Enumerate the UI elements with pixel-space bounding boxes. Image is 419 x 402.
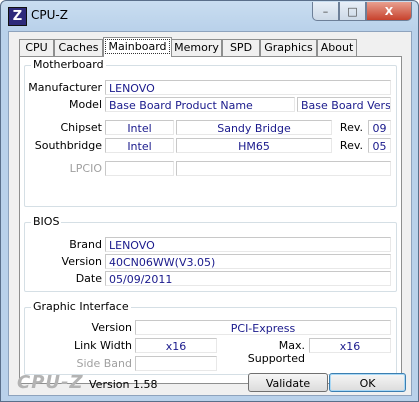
graphic-interface-group: Graphic Interface Version PCI-Express Li… (24, 300, 397, 375)
model-label: Model (68, 98, 102, 111)
chipset-label: Chipset (60, 121, 102, 134)
tab-caches[interactable]: Caches (54, 39, 103, 56)
tab-graphics[interactable]: Graphics (260, 39, 317, 56)
tab-spd[interactable]: SPD (222, 39, 260, 56)
lpcio-vendor-value (105, 161, 174, 176)
minimize-icon: – (322, 4, 329, 18)
gi-side-band-value (135, 356, 217, 371)
window-title: CPU-Z (31, 8, 68, 22)
graphic-interface-group-title: Graphic Interface (31, 300, 131, 313)
bios-group: BIOS Brand LENOVO Version 40CN06WW(V3.05… (24, 215, 397, 292)
bios-brand-label: Brand (69, 238, 102, 251)
gi-side-band-label: Side Band (76, 357, 132, 370)
model-version-value: Base Board Version (297, 97, 391, 112)
cpuz-app-icon: Z (8, 7, 27, 26)
cpuz-logo: CPU-Z (17, 372, 84, 393)
ok-button[interactable]: OK (329, 373, 406, 392)
manufacturer-label: Manufacturer (28, 81, 102, 94)
mainboard-panel: Motherboard Manufacturer LENOVO Model Ba… (19, 56, 402, 384)
tab-memory[interactable]: Memory (171, 39, 222, 56)
gi-version-value: PCI-Express (135, 320, 391, 335)
southbridge-label: Southbridge (34, 139, 102, 152)
title-bar[interactable]: Z CPU-Z – □ X (1, 1, 418, 31)
tab-mainboard[interactable]: Mainboard (103, 37, 172, 57)
bios-version-label: Version (61, 255, 102, 268)
chipset-rev-label: Rev. (339, 121, 363, 134)
southbridge-vendor-value: Intel (105, 138, 174, 153)
gi-max-supported-value: x16 (309, 338, 391, 353)
gi-max-supported-label: Max. Supported (247, 339, 305, 365)
maximize-icon: □ (347, 4, 358, 18)
bios-version-value: 40CN06WW(V3.05) (105, 254, 391, 269)
southbridge-rev-value: 05 (368, 138, 391, 153)
bios-date-label: Date (75, 272, 102, 285)
client-area: CPU Caches Mainboard Memory SPD Graphics… (8, 31, 412, 396)
tab-about[interactable]: About (317, 39, 357, 56)
minimize-button[interactable]: – (312, 2, 339, 21)
bios-date-value: 05/09/2011 (105, 271, 391, 286)
maximize-button[interactable]: □ (339, 2, 366, 21)
validate-button[interactable]: Validate (248, 373, 328, 392)
southbridge-name-value: HM65 (176, 138, 332, 153)
tab-cpu[interactable]: CPU (19, 39, 54, 56)
motherboard-group: Motherboard Manufacturer LENOVO Model Ba… (24, 58, 397, 207)
close-button[interactable]: X (366, 2, 412, 21)
bios-brand-value: LENOVO (105, 237, 391, 252)
chipset-name-value: Sandy Bridge (176, 120, 332, 135)
caption-buttons: – □ X (312, 2, 412, 22)
lpcio-name-value (176, 161, 391, 176)
version-text: Version 1.58 (89, 378, 158, 391)
chipset-vendor-value: Intel (105, 120, 174, 135)
close-icon: X (384, 4, 394, 18)
motherboard-group-title: Motherboard (31, 58, 106, 71)
bios-group-title: BIOS (31, 215, 62, 228)
southbridge-rev-label: Rev. (339, 139, 363, 152)
cpuz-window: Z CPU-Z – □ X CPU Caches Mainboard Memor… (0, 0, 419, 402)
gi-version-label: Version (91, 321, 132, 334)
footer-bar: CPU-Z Version 1.58 Validate OK (9, 370, 411, 395)
gi-link-width-label: Link Width (74, 339, 132, 352)
model-value: Base Board Product Name (105, 97, 295, 112)
gi-link-width-value: x16 (135, 338, 217, 353)
lpcio-label: LPCIO (69, 162, 102, 175)
chipset-rev-value: 09 (368, 120, 391, 135)
manufacturer-value: LENOVO (105, 80, 391, 95)
